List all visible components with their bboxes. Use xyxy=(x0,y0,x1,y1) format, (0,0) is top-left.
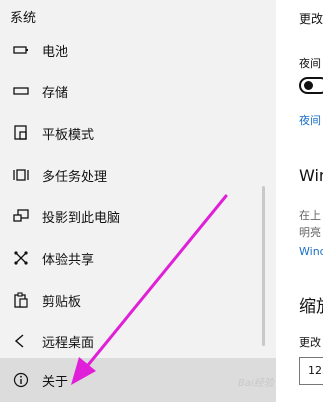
watermark-text: Bai经验 xyxy=(238,378,274,389)
annotation-arrow xyxy=(71,194,228,385)
